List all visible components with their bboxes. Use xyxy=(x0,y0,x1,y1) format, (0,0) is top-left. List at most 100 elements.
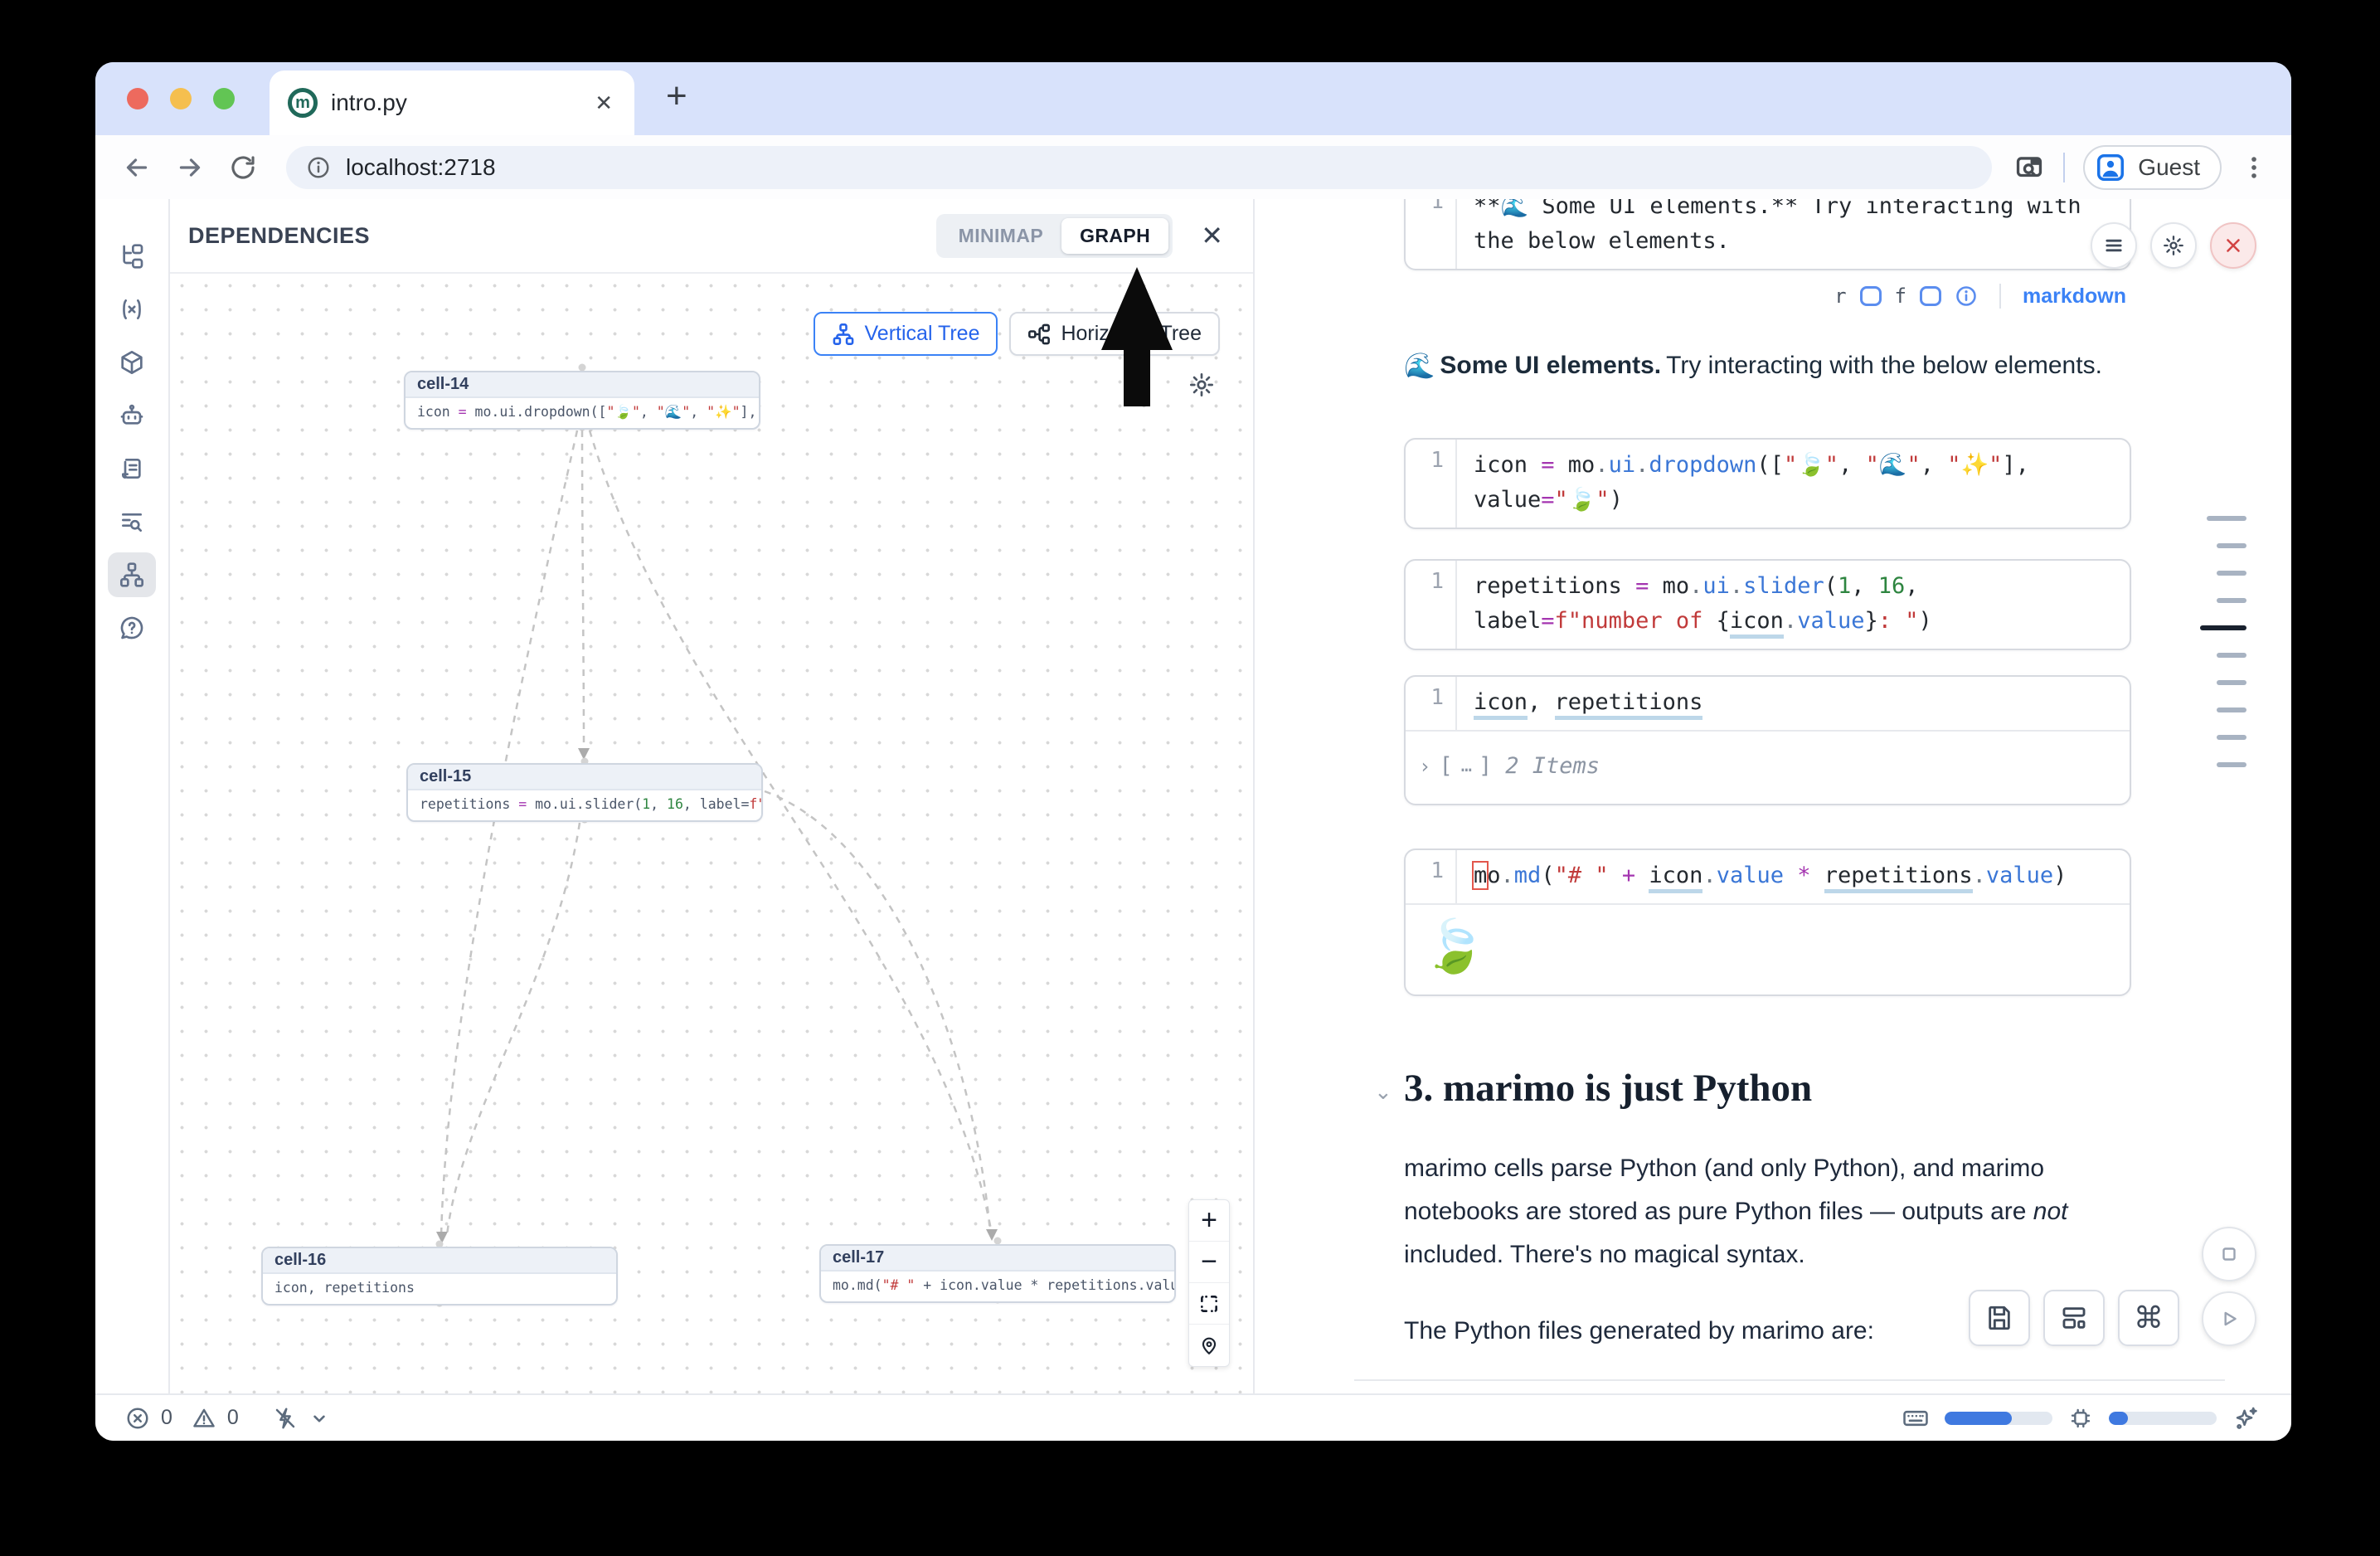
stop-kernel-button[interactable] xyxy=(2202,1227,2256,1281)
gear-icon xyxy=(2162,234,2185,257)
graph-tab[interactable]: GRAPH xyxy=(1061,218,1168,254)
back-icon[interactable] xyxy=(119,149,155,186)
code-editor[interactable]: repetitions = mo.ui.slider(1, 16,label=f… xyxy=(1457,561,2130,649)
warning-count[interactable]: 0 xyxy=(227,1406,239,1430)
url-bar[interactable]: localhost:2718 xyxy=(286,146,1992,189)
warnings-icon[interactable] xyxy=(192,1406,216,1431)
run-all-button[interactable] xyxy=(2202,1291,2256,1346)
sidebar-item-dependency-graph[interactable] xyxy=(108,552,156,597)
minimap-cell-marker[interactable] xyxy=(2217,543,2246,548)
horizontal-tree-button[interactable]: Horizontal Tree xyxy=(1009,312,1220,356)
markdown-source-cell[interactable]: 1 **🌊 Some UI elements.** Try interactin… xyxy=(1404,199,2131,270)
site-info-icon[interactable] xyxy=(306,155,331,180)
sidebar-item-file-explorer[interactable] xyxy=(108,234,156,279)
vertical-tree-button[interactable]: Vertical Tree xyxy=(814,312,998,356)
dependencies-header: DEPENDENCIES MINIMAP GRAPH ✕ xyxy=(170,199,1253,274)
sidebar-item-logs[interactable] xyxy=(108,446,156,491)
desktop-background: m intro.py ✕ + localhost:2718 Guest xyxy=(0,0,2380,1556)
errors-icon[interactable] xyxy=(125,1406,150,1431)
graph-node-cell-17[interactable]: cell-17 mo.md("# " + icon.value * repeti… xyxy=(819,1244,1176,1303)
layout-rows-icon xyxy=(2060,1304,2088,1332)
run-toggle-checkbox[interactable] xyxy=(1860,286,1882,306)
layout-toggle-button[interactable] xyxy=(2043,1290,2105,1346)
sidebar-item-variables[interactable] xyxy=(108,287,156,332)
notebook-column: 1 **🌊 Some UI elements.** Try interactin… xyxy=(1404,199,2131,1393)
zoom-in-button[interactable]: + xyxy=(1189,1200,1229,1242)
dropdown-code-cell[interactable]: 1 icon = mo.ui.dropdown(["🍃", "🌊", "✨"],… xyxy=(1404,438,2131,529)
cell-language-label[interactable]: markdown xyxy=(2023,284,2126,309)
graph-node-cell-16[interactable]: cell-16 icon, repetitions xyxy=(261,1247,618,1306)
save-button[interactable] xyxy=(1969,1290,2030,1346)
error-count[interactable]: 0 xyxy=(161,1406,172,1430)
cell-minimap[interactable] xyxy=(2200,516,2246,767)
browser-menu-icon[interactable] xyxy=(2240,153,2268,182)
code-editor[interactable]: icon, repetitions xyxy=(1457,677,2130,730)
format-toggle-checkbox[interactable] xyxy=(1920,286,1941,306)
new-tab-button[interactable]: + xyxy=(666,75,687,117)
bracket-open: [ xyxy=(1439,753,1452,779)
sidebar-item-help[interactable] xyxy=(108,605,156,650)
md-call-code-cell[interactable]: 1 mo.md("# " + icon.value * repetitions.… xyxy=(1404,849,2131,996)
dependencies-panel: DEPENDENCIES MINIMAP GRAPH ✕ xyxy=(170,199,1255,1393)
section-title: 3. marimo is just Python xyxy=(1404,1066,1812,1111)
minimap-cell-marker[interactable] xyxy=(2200,625,2246,630)
keyboard-shortcuts-button[interactable]: ⌘ xyxy=(2118,1290,2179,1346)
chevron-down-icon[interactable] xyxy=(308,1408,330,1429)
graph-node-title: cell-17 xyxy=(821,1246,1174,1272)
minimap-cell-marker[interactable] xyxy=(2217,735,2246,740)
zoom-out-button[interactable]: − xyxy=(1189,1242,1229,1283)
profile-button[interactable]: Guest xyxy=(2083,145,2222,190)
forward-icon[interactable] xyxy=(172,149,208,186)
minimap-cell-marker[interactable] xyxy=(2207,516,2246,521)
save-floppy-icon xyxy=(1985,1304,2013,1332)
minimap-cell-marker[interactable] xyxy=(2217,707,2246,712)
expand-output-icon[interactable]: › xyxy=(1419,755,1430,778)
ellipsis: … xyxy=(1461,756,1470,776)
locate-node-button[interactable] xyxy=(1189,1325,1229,1366)
notebook-menu-button[interactable] xyxy=(2091,222,2137,269)
close-window-button[interactable] xyxy=(127,88,148,109)
sidebar-item-ai-chat[interactable] xyxy=(108,393,156,438)
close-panel-icon[interactable]: ✕ xyxy=(1201,222,1223,249)
code-editor[interactable]: icon = mo.ui.dropdown(["🍃", "🌊", "✨"],va… xyxy=(1457,440,2130,528)
shutdown-button[interactable] xyxy=(2210,222,2256,269)
minimize-window-button[interactable] xyxy=(170,88,192,109)
code-editor[interactable]: **🌊 Some UI elements.** Try interacting … xyxy=(1457,199,2130,269)
reload-icon[interactable] xyxy=(225,149,261,186)
keyboard-icon[interactable] xyxy=(1902,1404,1930,1432)
sidebar-item-snippets[interactable] xyxy=(108,499,156,544)
minimap-cell-marker[interactable] xyxy=(2217,680,2246,685)
slider-code-cell[interactable]: 1 repetitions = mo.ui.slider(1, 16,label… xyxy=(1404,559,2131,650)
graph-node-cell-14[interactable]: cell-14 icon = mo.ui.dropdown(["🍃", "🌊",… xyxy=(404,371,760,430)
maximize-window-button[interactable] xyxy=(213,88,235,109)
autorun-disabled-icon[interactable] xyxy=(273,1406,298,1431)
minimap-cell-marker[interactable] xyxy=(2217,598,2246,603)
cell-info-icon[interactable] xyxy=(1955,284,1978,308)
section-heading-row: ⌄ 3. marimo is just Python xyxy=(1404,1066,2131,1111)
tuple-output[interactable]: › [ … ] 2 Items xyxy=(1406,732,2130,804)
dependency-graph-canvas[interactable]: cell-14 icon = mo.ui.dropdown(["🍃", "🌊",… xyxy=(170,274,1253,1393)
clipped-cell-border xyxy=(1354,1379,2225,1381)
minimap-cell-marker[interactable] xyxy=(2217,571,2246,576)
graph-settings-gear-icon[interactable] xyxy=(1188,372,1215,402)
graph-node-cell-15[interactable]: cell-15 repetitions = mo.ui.slider(1, 16… xyxy=(406,763,763,822)
graph-node-title: cell-16 xyxy=(263,1248,616,1274)
tuple-code-cell[interactable]: 1 icon, repetitions › [ … ] 2 Items xyxy=(1404,675,2131,805)
play-icon xyxy=(2218,1308,2240,1330)
collapse-section-chevron-icon[interactable]: ⌄ xyxy=(1374,1079,1392,1105)
format-toggle-label: f xyxy=(1895,284,1906,308)
tab-search-icon[interactable] xyxy=(2013,152,2045,183)
clipped-list-item: easily versioned with git, yielding mini… xyxy=(1404,1388,2076,1393)
minimap-cell-marker[interactable] xyxy=(2217,762,2246,767)
minimap-cell-marker[interactable] xyxy=(2217,653,2246,658)
browser-tab[interactable]: m intro.py ✕ xyxy=(270,71,634,135)
sidebar-item-packages[interactable] xyxy=(108,340,156,385)
minimap-tab[interactable]: MINIMAP xyxy=(940,218,1061,254)
line-number: 1 xyxy=(1406,440,1457,528)
code-editor[interactable]: mo.md("# " + icon.value * repetitions.va… xyxy=(1457,850,2130,903)
tab-close-icon[interactable]: ✕ xyxy=(591,87,616,119)
notebook-settings-button[interactable] xyxy=(2150,222,2197,269)
close-x-icon xyxy=(2222,235,2244,256)
ai-sparkles-icon[interactable] xyxy=(2232,1404,2260,1432)
fit-view-button[interactable] xyxy=(1189,1283,1229,1325)
